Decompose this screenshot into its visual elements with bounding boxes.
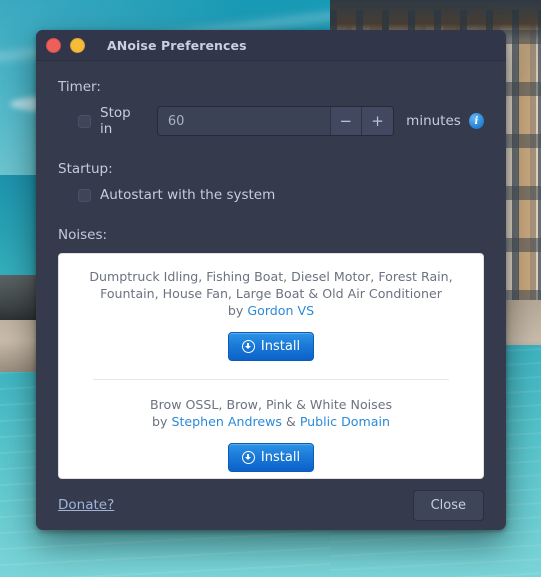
minimize-window-icon[interactable] xyxy=(70,37,85,53)
noise-pack-credit: by Gordon VS xyxy=(75,302,467,319)
timer-heading: Timer: xyxy=(58,79,101,95)
close-window-icon[interactable] xyxy=(46,37,61,53)
stop-in-label: Stop in xyxy=(100,105,131,137)
window-titlebar: ANoise Preferences xyxy=(36,30,506,61)
desktop-background: ANoise Preferences Timer: Stop in 60 − +… xyxy=(0,0,541,577)
install-button[interactable]: Install xyxy=(227,443,315,472)
timer-row: Stop in 60 − + minutes i xyxy=(78,105,485,137)
window-title: ANoise Preferences xyxy=(107,37,247,53)
minutes-label: minutes xyxy=(406,113,461,129)
close-button[interactable]: Close xyxy=(412,489,484,521)
author-link[interactable]: Gordon VS xyxy=(247,303,314,318)
window-footer: Donate? Close xyxy=(36,479,506,530)
noise-pack-separator xyxy=(93,379,449,380)
autostart-checkbox[interactable] xyxy=(78,188,91,202)
download-icon xyxy=(241,340,255,353)
stop-in-checkbox[interactable] xyxy=(78,114,91,128)
noise-pack-titles: Brow OSSL, Brow, Pink & White Noises xyxy=(149,397,393,412)
timer-spinbutton[interactable]: 60 − + xyxy=(156,106,395,136)
noise-pack-credit: by Stephen Andrews & Public Domain xyxy=(75,413,467,430)
noises-heading: Noises: xyxy=(58,227,108,243)
autostart-label: Autostart with the system xyxy=(100,187,276,203)
install-button-label: Install xyxy=(260,450,301,465)
by-prefix: by xyxy=(227,303,248,318)
author-link-one[interactable]: Stephen Andrews xyxy=(171,414,282,429)
author-link-two[interactable]: Public Domain xyxy=(300,414,390,429)
timer-decrement-button[interactable]: − xyxy=(330,107,362,135)
noise-pack-item: Dumptruck Idling, Fishing Boat, Diesel M… xyxy=(75,268,467,361)
noises-list: Dumptruck Idling, Fishing Boat, Diesel M… xyxy=(58,253,484,479)
window-content: Timer: Stop in 60 − + minutes i Startup:… xyxy=(36,61,506,479)
install-button-label: Install xyxy=(260,339,301,354)
startup-heading: Startup: xyxy=(58,161,113,177)
noise-pack-item: Brow OSSL, Brow, Pink & White Noises by … xyxy=(75,396,467,472)
by-prefix: by xyxy=(152,414,172,429)
install-button[interactable]: Install xyxy=(227,332,315,361)
timer-minutes-input[interactable]: 60 xyxy=(157,107,331,135)
timer-increment-button[interactable]: + xyxy=(361,107,394,135)
noise-pack-titles: Dumptruck Idling, Fishing Boat, Diesel M… xyxy=(89,269,453,301)
download-icon xyxy=(241,451,255,464)
startup-row: Autostart with the system xyxy=(78,187,484,203)
author-separator: & xyxy=(281,414,300,429)
preferences-window: ANoise Preferences Timer: Stop in 60 − +… xyxy=(36,30,506,530)
donate-link[interactable]: Donate? xyxy=(58,497,114,513)
info-icon[interactable]: i xyxy=(468,113,485,129)
